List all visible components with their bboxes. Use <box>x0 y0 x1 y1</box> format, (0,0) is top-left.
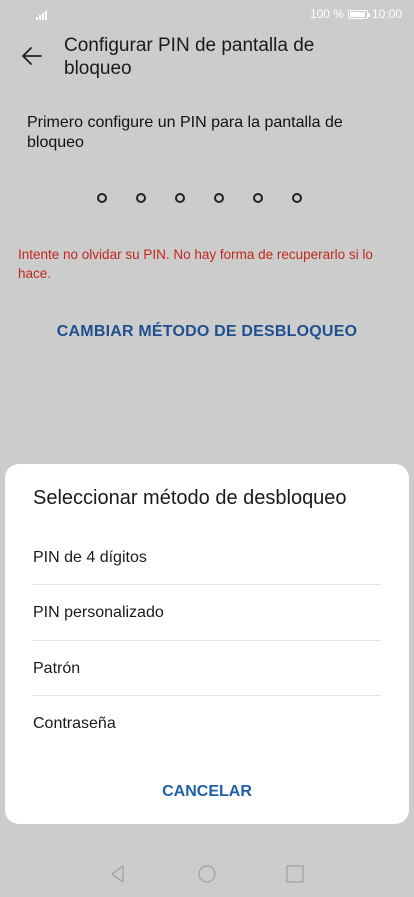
pin-warning: Intente no olvidar su PIN. No hay forma … <box>18 247 373 281</box>
page-title: Configurar PIN de pantalla de bloqueo <box>64 35 315 79</box>
clock: 10:00 <box>371 7 402 21</box>
sheet-title: Seleccionar método de desbloqueo <box>33 487 347 509</box>
unlock-method-sheet: Seleccionar método de desbloqueo PIN de … <box>5 464 409 824</box>
battery-percent: 100 % <box>309 7 344 21</box>
app-bar: Configurar PIN de pantalla de bloqueo <box>0 30 414 86</box>
battery-icon <box>347 9 370 19</box>
pin-dot <box>136 193 146 203</box>
option-custom-pin[interactable]: PIN personalizado <box>33 585 381 640</box>
pin-dot <box>175 193 185 203</box>
pin-dot <box>253 193 263 203</box>
nav-home-icon[interactable] <box>197 864 217 884</box>
change-unlock-method-button[interactable]: CAMBIAR MÉTODO DE DESBLOQUEO <box>0 323 414 341</box>
pin-instruction: Primero configure un PIN para la pantall… <box>27 114 343 151</box>
nav-recents-icon[interactable] <box>285 864 305 884</box>
back-arrow-icon[interactable] <box>20 44 44 68</box>
signal-icon <box>36 11 47 20</box>
pin-dot <box>292 193 302 203</box>
pin-dots[interactable] <box>97 193 302 203</box>
navigation-bar <box>0 850 414 897</box>
cancel-button[interactable]: CANCELAR <box>5 783 409 801</box>
option-pin-4-digits[interactable]: PIN de 4 dígitos <box>33 530 381 585</box>
option-password[interactable]: Contraseña <box>33 696 381 751</box>
option-pattern[interactable]: Patrón <box>33 641 381 696</box>
status-bar: 100 % 10:00 <box>0 0 414 30</box>
nav-back-icon[interactable] <box>108 864 128 884</box>
pin-dot <box>214 193 224 203</box>
pin-dot <box>97 193 107 203</box>
